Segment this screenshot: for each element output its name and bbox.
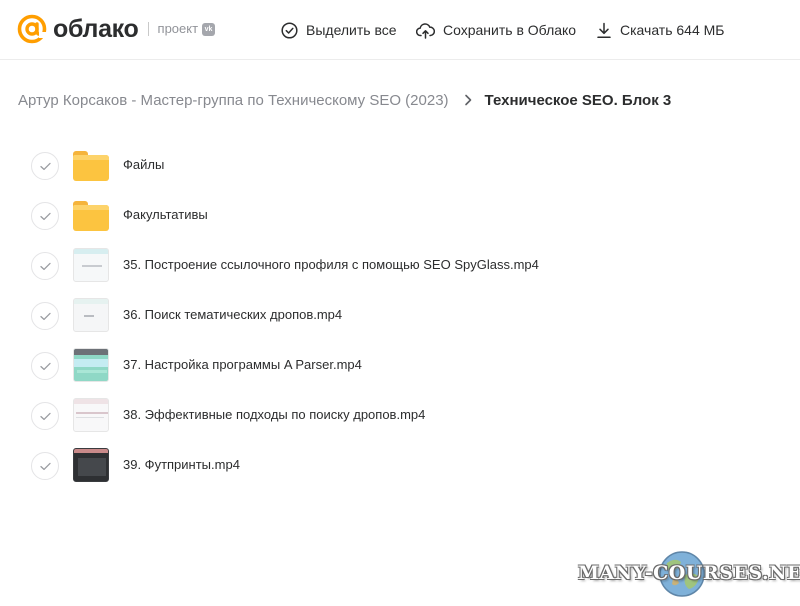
at-sign-logo-icon bbox=[17, 14, 47, 44]
check-icon bbox=[40, 412, 51, 421]
file-name[interactable]: 39. Футпринты.mp4 bbox=[123, 456, 240, 474]
file-name[interactable]: Факультативы bbox=[123, 206, 208, 224]
file-name[interactable]: 35. Построение ссылочного профиля с помо… bbox=[123, 256, 539, 274]
download-icon bbox=[597, 22, 611, 38]
file-name[interactable]: 37. Настройка программы A Parser.mp4 bbox=[123, 356, 362, 374]
select-checkbox[interactable] bbox=[31, 202, 59, 230]
select-checkbox[interactable] bbox=[31, 152, 59, 180]
save-to-cloud-label: Сохранить в Облако bbox=[443, 22, 577, 38]
list-item[interactable]: 35. Построение ссылочного профиля с помо… bbox=[0, 240, 800, 290]
download-label: Скачать 644 МБ bbox=[620, 22, 725, 38]
logo-text: облако bbox=[53, 15, 139, 43]
select-all-label: Выделить все bbox=[306, 22, 397, 38]
cloud-upload-icon bbox=[416, 22, 435, 39]
list-item[interactable]: 39. Футпринты.mp4 bbox=[0, 440, 800, 490]
select-checkbox[interactable] bbox=[31, 352, 59, 380]
cloud-logo[interactable]: облако проект vk bbox=[17, 14, 216, 44]
check-icon bbox=[40, 362, 51, 371]
file-name[interactable]: 38. Эффективные подходы по поиску дропов… bbox=[123, 406, 425, 424]
folder-icon bbox=[73, 198, 109, 232]
select-all-button[interactable]: Выделить все bbox=[281, 20, 397, 40]
video-thumbnail bbox=[73, 398, 109, 432]
chevron-right-icon bbox=[464, 94, 471, 106]
top-header: облако проект vk Выделить все Сохранить … bbox=[0, 0, 800, 60]
list-item[interactable]: 37. Настройка программы A Parser.mp4 bbox=[0, 340, 800, 390]
select-checkbox[interactable] bbox=[31, 252, 59, 280]
file-name[interactable]: Файлы bbox=[123, 156, 164, 174]
list-item[interactable]: Файлы bbox=[0, 140, 800, 190]
breadcrumb: Артур Корсаков - Мастер-группа по Технич… bbox=[18, 89, 671, 111]
select-checkbox[interactable] bbox=[31, 452, 59, 480]
check-icon bbox=[40, 462, 51, 471]
select-checkbox[interactable] bbox=[31, 302, 59, 330]
check-icon bbox=[40, 312, 51, 321]
select-checkbox[interactable] bbox=[31, 402, 59, 430]
logo-divider bbox=[147, 22, 149, 36]
video-thumbnail bbox=[73, 348, 109, 382]
breadcrumb-parent-link[interactable]: Артур Корсаков - Мастер-группа по Технич… bbox=[18, 92, 449, 109]
site-watermark: MANY-COURSES.NET bbox=[578, 562, 800, 584]
project-label: проект bbox=[157, 21, 199, 36]
video-thumbnail bbox=[73, 298, 109, 332]
save-to-cloud-button[interactable]: Сохранить в Облако bbox=[416, 20, 576, 40]
video-thumbnail bbox=[73, 448, 109, 482]
download-button[interactable]: Скачать 644 МБ bbox=[596, 20, 725, 40]
list-item[interactable]: 38. Эффективные подходы по поиску дропов… bbox=[0, 390, 800, 440]
check-icon bbox=[40, 262, 51, 271]
check-circle-icon bbox=[281, 21, 298, 39]
video-thumbnail bbox=[73, 248, 109, 282]
file-name[interactable]: 36. Поиск тематических дропов.mp4 bbox=[123, 306, 342, 324]
folder-icon bbox=[73, 148, 109, 182]
check-icon bbox=[40, 162, 51, 171]
list-item[interactable]: 36. Поиск тематических дропов.mp4 bbox=[0, 290, 800, 340]
check-icon bbox=[40, 212, 51, 221]
breadcrumb-current: Техническое SEO. Блок 3 bbox=[484, 91, 672, 109]
vk-badge-icon: vk bbox=[202, 22, 216, 36]
list-item[interactable]: Факультативы bbox=[0, 190, 800, 240]
